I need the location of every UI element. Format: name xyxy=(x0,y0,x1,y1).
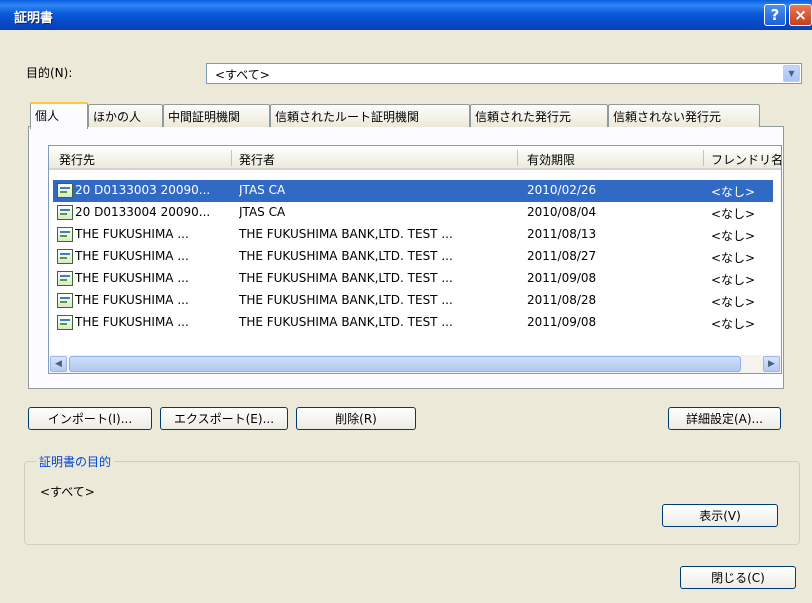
cell-friendly-name: <なし> xyxy=(711,295,756,309)
cell-issued-to: THE FUKUSHIMA ... xyxy=(75,227,189,241)
advanced-button[interactable]: 詳細設定(A)... xyxy=(668,407,781,430)
cell-friendly-name: <なし> xyxy=(711,317,756,331)
cell-issued-by: THE FUKUSHIMA BANK,LTD. TEST ... xyxy=(239,271,453,285)
tab-other-people[interactable]: ほかの人 xyxy=(88,104,163,127)
cell-friendly-name: <なし> xyxy=(711,273,756,287)
certificates-dialog: 証明書 ? × 目的(N): <すべて> ▼ 個人 ほかの人 中間証明機関 信頼… xyxy=(0,0,812,603)
certificate-icon xyxy=(57,271,73,286)
cell-expiration: 2010/08/04 xyxy=(527,205,597,219)
certificate-icon xyxy=(57,183,73,198)
cell-issued-by: THE FUKUSHIMA BANK,LTD. TEST ... xyxy=(239,293,453,307)
cell-issued-by: THE FUKUSHIMA BANK,LTD. TEST ... xyxy=(239,227,453,241)
list-header: 発行先 発行者 有効期限 フレンドリ名 xyxy=(49,146,781,170)
export-button[interactable]: エクスポート(E)... xyxy=(160,407,288,430)
certificate-icon xyxy=(57,227,73,242)
certificate-icon xyxy=(57,315,73,330)
scroll-right-icon[interactable]: ▶ xyxy=(763,356,780,372)
import-button[interactable]: インポート(I)... xyxy=(28,407,152,430)
certificate-icon xyxy=(57,205,73,220)
tab-trusted-publishers[interactable]: 信頼された発行元 xyxy=(470,104,608,127)
certificate-icon xyxy=(57,293,73,308)
cell-issued-to: THE FUKUSHIMA ... xyxy=(75,315,189,329)
cell-expiration: 2011/09/08 xyxy=(527,271,597,285)
horizontal-scrollbar[interactable]: ◀ ▶ xyxy=(49,355,781,373)
close-icon: × xyxy=(794,6,807,24)
table-row[interactable]: THE FUKUSHIMA ... THE FUKUSHIMA BANK,LTD… xyxy=(53,268,773,290)
purpose-label: 目的(N): xyxy=(26,66,73,80)
purpose-select[interactable]: <すべて> ▼ xyxy=(206,63,802,84)
table-row[interactable]: THE FUKUSHIMA ... THE FUKUSHIMA BANK,LTD… xyxy=(53,312,773,334)
title-bar[interactable]: 証明書 ? × xyxy=(0,0,812,30)
help-icon: ? xyxy=(770,6,780,24)
certificate-purposes-group xyxy=(24,461,800,545)
tab-trusted-root-ca[interactable]: 信頼されたルート証明機関 xyxy=(270,104,470,127)
cell-issued-to: 20 D0133003 20090... xyxy=(75,183,211,197)
column-divider[interactable] xyxy=(231,150,232,166)
close-button[interactable]: 閉じる(C) xyxy=(680,566,796,589)
delete-button[interactable]: 削除(R) xyxy=(296,407,416,430)
cell-expiration: 2011/08/27 xyxy=(527,249,597,263)
cell-issued-by: JTAS CA xyxy=(239,205,286,219)
table-row[interactable]: THE FUKUSHIMA ... THE FUKUSHIMA BANK,LTD… xyxy=(53,246,773,268)
column-divider[interactable] xyxy=(517,150,518,166)
tab-untrusted-publishers[interactable]: 信頼されない発行元 xyxy=(608,104,760,127)
table-row[interactable]: 20 D0133003 20090... JTAS CA 2010/02/26 … xyxy=(53,180,773,202)
column-header-friendly-name[interactable]: フレンドリ名 xyxy=(711,151,781,168)
cell-expiration: 2010/02/26 xyxy=(527,183,597,197)
cell-expiration: 2011/09/08 xyxy=(527,315,597,329)
close-window-button[interactable]: × xyxy=(789,4,812,26)
scrollbar-thumb[interactable] xyxy=(69,356,741,372)
cell-issued-to: THE FUKUSHIMA ... xyxy=(75,249,189,263)
column-header-expiration[interactable]: 有効期限 xyxy=(527,151,697,168)
cell-issued-by: THE FUKUSHIMA BANK,LTD. TEST ... xyxy=(239,249,453,263)
cell-issued-by: THE FUKUSHIMA BANK,LTD. TEST ... xyxy=(239,315,453,329)
certificate-purposes-value: <すべて> xyxy=(40,485,95,499)
cell-issued-to: THE FUKUSHIMA ... xyxy=(75,293,189,307)
cell-friendly-name: <なし> xyxy=(711,185,756,199)
cell-expiration: 2011/08/28 xyxy=(527,293,597,307)
cell-expiration: 2011/08/13 xyxy=(527,227,597,241)
column-header-issued-to[interactable]: 発行先 xyxy=(59,151,229,168)
column-header-issued-by[interactable]: 発行者 xyxy=(239,151,509,168)
cell-issued-to: THE FUKUSHIMA ... xyxy=(75,271,189,285)
certificate-icon xyxy=(57,249,73,264)
cell-friendly-name: <なし> xyxy=(711,207,756,221)
view-button[interactable]: 表示(V) xyxy=(662,504,778,527)
cell-issued-to: 20 D0133004 20090... xyxy=(75,205,211,219)
purpose-select-value: <すべて> xyxy=(215,68,270,82)
cell-friendly-name: <なし> xyxy=(711,229,756,243)
chevron-down-icon[interactable]: ▼ xyxy=(783,65,800,82)
certificate-list[interactable]: 発行先 発行者 有効期限 フレンドリ名 20 D0133003 20090...… xyxy=(48,145,782,374)
cell-issued-by: JTAS CA xyxy=(239,183,286,197)
window-title: 証明書 xyxy=(14,11,54,26)
cell-friendly-name: <なし> xyxy=(711,251,756,265)
tab-personal[interactable]: 個人 xyxy=(30,102,88,129)
help-button[interactable]: ? xyxy=(764,4,786,26)
tab-intermediate-ca[interactable]: 中間証明機関 xyxy=(163,104,270,127)
column-divider[interactable] xyxy=(703,150,704,166)
scroll-left-icon[interactable]: ◀ xyxy=(50,356,67,372)
table-row[interactable]: THE FUKUSHIMA ... THE FUKUSHIMA BANK,LTD… xyxy=(53,290,773,312)
table-row[interactable]: THE FUKUSHIMA ... THE FUKUSHIMA BANK,LTD… xyxy=(53,224,773,246)
table-row[interactable]: 20 D0133004 20090... JTAS CA 2010/08/04 … xyxy=(53,202,773,224)
certificate-purposes-title: 証明書の目的 xyxy=(36,453,115,470)
